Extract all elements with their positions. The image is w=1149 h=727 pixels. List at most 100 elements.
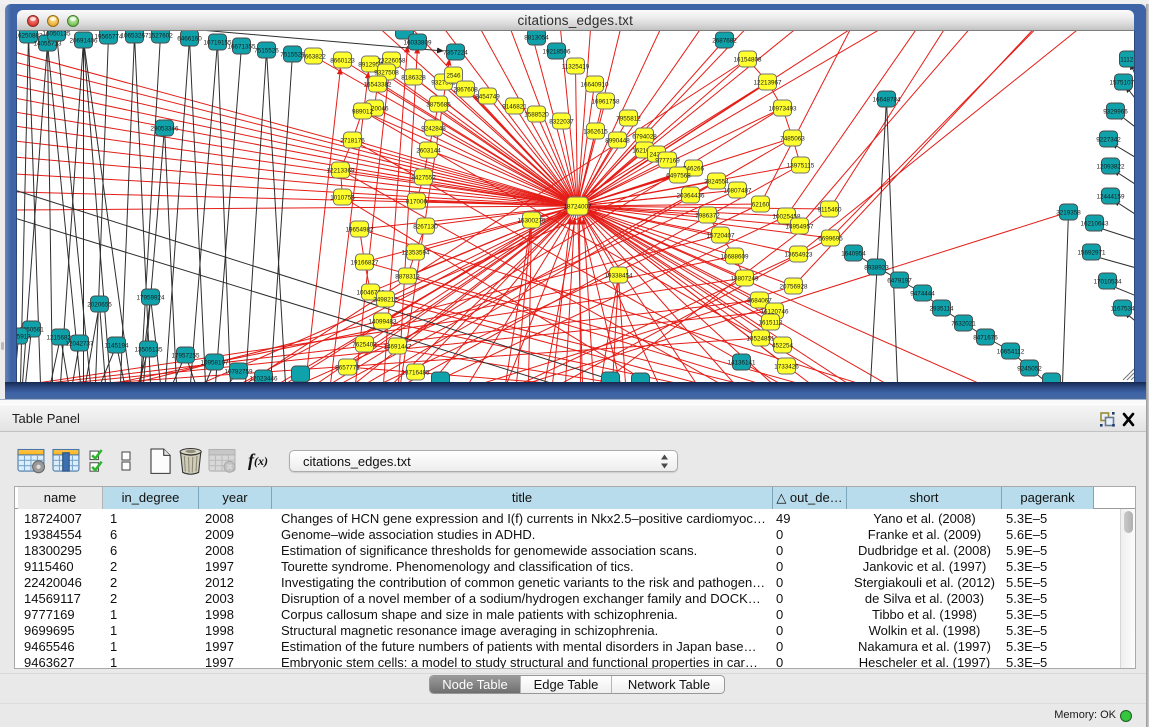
svg-text:8660123: 8660123 <box>330 58 355 65</box>
svg-text:1733426: 1733426 <box>774 364 799 371</box>
svg-text:16154808: 16154808 <box>733 57 762 64</box>
svg-text:12023446: 12023446 <box>249 376 278 383</box>
svg-text:3824554: 3824554 <box>704 179 729 186</box>
svg-text:2867608: 2867608 <box>453 87 478 94</box>
svg-text:29053346: 29053346 <box>150 126 179 133</box>
svg-text:8186328: 8186328 <box>401 75 426 82</box>
svg-text:9474444: 9474444 <box>910 291 935 298</box>
svg-text:1362615: 1362615 <box>583 129 608 136</box>
svg-text:6699695: 6699695 <box>818 236 843 243</box>
svg-text:8267130: 8267130 <box>413 224 438 231</box>
svg-text:989012: 989012 <box>351 109 373 116</box>
svg-text:1010755: 1010755 <box>330 195 355 202</box>
svg-text:2935114: 2935114 <box>929 306 954 313</box>
svg-text:23226058: 23226058 <box>377 58 406 65</box>
svg-text:3875685: 3875685 <box>426 102 451 109</box>
svg-text:11325419: 11325419 <box>561 64 589 71</box>
svg-text:6466160: 6466160 <box>177 36 202 43</box>
svg-text:16210643: 16210643 <box>1080 221 1109 228</box>
svg-text:1145194: 1145194 <box>104 343 129 350</box>
svg-text:16543382: 16543382 <box>363 82 392 89</box>
svg-text:6794028: 6794028 <box>632 134 657 141</box>
svg-text:2020655: 2020655 <box>87 302 112 309</box>
svg-text:13505135: 13505135 <box>134 347 163 354</box>
svg-text:9242848: 9242848 <box>421 126 446 133</box>
svg-text:17010534: 17010534 <box>1093 279 1122 286</box>
svg-text:9146821: 9146821 <box>502 104 527 111</box>
svg-text:9115460: 9115460 <box>817 207 842 214</box>
svg-text:7485063: 7485063 <box>780 136 805 143</box>
svg-text:2687682: 2687682 <box>712 38 737 45</box>
svg-text:9657771: 9657771 <box>335 365 360 372</box>
svg-text:12042737: 12042737 <box>65 341 94 348</box>
svg-text:7357224: 7357224 <box>443 50 468 57</box>
svg-text:14954957: 14954957 <box>785 224 814 231</box>
svg-text:8878312: 8878312 <box>395 274 420 281</box>
svg-text:15720407: 15720407 <box>706 233 735 240</box>
svg-text:9245052: 9245052 <box>1017 366 1042 373</box>
svg-text:15692971: 15692971 <box>1077 250 1106 257</box>
svg-text:8454749: 8454749 <box>475 94 500 101</box>
svg-text:7986372: 7986372 <box>695 213 720 220</box>
svg-text:14055713: 14055713 <box>33 41 62 48</box>
svg-text:13975115: 13975115 <box>786 163 814 170</box>
svg-text:8938923: 8938923 <box>864 265 889 272</box>
svg-text:8990448: 8990448 <box>605 138 630 145</box>
svg-text:18724007: 18724007 <box>563 204 592 211</box>
svg-text:13524851: 13524851 <box>746 336 775 343</box>
svg-text:9777169: 9777169 <box>655 158 680 165</box>
svg-text:10688609: 10688609 <box>720 254 749 261</box>
svg-text:(x): (x) <box>254 454 268 468</box>
svg-text:8427552: 8427552 <box>411 175 436 182</box>
svg-text:14691447: 14691447 <box>383 344 412 351</box>
svg-text:10973493: 10973493 <box>768 106 797 113</box>
svg-text:8322037: 8322037 <box>549 119 574 126</box>
svg-text:20364436: 20364436 <box>676 193 705 200</box>
svg-text:2603144: 2603144 <box>416 148 441 155</box>
svg-text:6497568: 6497568 <box>666 173 691 180</box>
svg-text:2546: 2546 <box>446 73 461 80</box>
svg-text:8813054: 8813054 <box>524 35 549 42</box>
svg-text:16671355: 16671355 <box>227 44 256 51</box>
svg-text:16640910: 16640910 <box>580 82 609 89</box>
svg-text:9329966: 9329966 <box>1103 109 1128 116</box>
svg-text:12353594: 12353594 <box>401 250 430 257</box>
svg-text:19565774: 19565774 <box>94 34 123 41</box>
svg-text:16961758: 16961758 <box>591 99 620 106</box>
svg-text:20756928: 20756928 <box>779 284 808 291</box>
svg-text:12213369: 12213369 <box>326 168 355 175</box>
svg-text:19218506: 19218506 <box>542 49 571 56</box>
svg-text:10782759: 10782759 <box>224 369 253 376</box>
svg-text:15300275: 15300275 <box>517 218 546 225</box>
svg-text:1588520: 1588520 <box>524 112 549 119</box>
svg-text:14136141: 14136141 <box>727 360 756 367</box>
svg-text:7632021: 7632021 <box>951 321 976 328</box>
svg-text:7625402: 7625402 <box>352 342 377 349</box>
svg-text:3915913: 3915913 <box>17 334 31 341</box>
svg-text:6479197: 6479197 <box>887 278 912 285</box>
svg-text:19654982: 19654982 <box>345 227 374 234</box>
svg-text:9227342: 9227342 <box>1096 137 1121 144</box>
svg-text:19166827: 19166827 <box>350 260 379 267</box>
svg-text:16033809: 16033809 <box>403 40 432 47</box>
svg-text:452254: 452254 <box>771 343 793 350</box>
svg-text:17959924: 17959924 <box>136 295 165 302</box>
svg-text:1615112: 1615112 <box>758 320 783 327</box>
svg-text:817006: 817006 <box>405 199 427 206</box>
svg-text:17957255: 17957255 <box>171 353 200 360</box>
svg-text:13716485: 13716485 <box>401 370 430 377</box>
svg-text:1167534: 1167534 <box>1110 306 1135 313</box>
svg-text:10654112: 10654112 <box>996 349 1024 356</box>
svg-text:1640954: 1640954 <box>841 251 866 258</box>
svg-text:7515526: 7515526 <box>254 48 279 55</box>
svg-text:18807249: 18807249 <box>730 276 759 283</box>
svg-text:9327508: 9327508 <box>374 70 399 77</box>
svg-text:12093822: 12093822 <box>1096 164 1125 171</box>
svg-text:10958107: 10958107 <box>200 360 229 367</box>
svg-text:12444159: 12444159 <box>1096 194 1125 201</box>
svg-text:7955812: 7955812 <box>616 116 641 123</box>
svg-text:12213967: 12213967 <box>753 80 782 87</box>
svg-text:3219358: 3219358 <box>1056 210 1081 217</box>
svg-text:7663822: 7663822 <box>301 54 326 61</box>
svg-text:19338454: 19338454 <box>604 273 633 280</box>
